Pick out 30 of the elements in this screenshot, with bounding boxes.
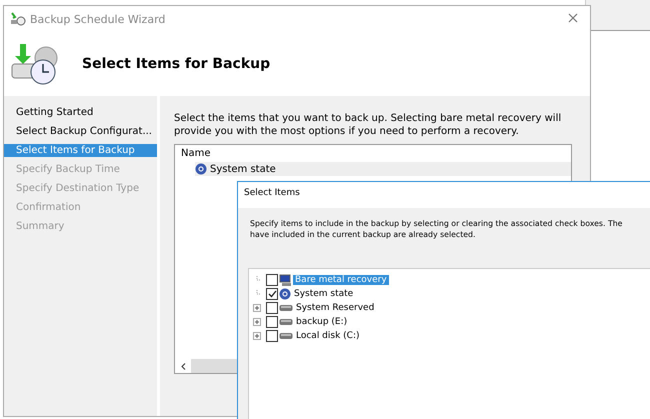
dialog-title: Select Items — [238, 182, 650, 208]
tree-item[interactable]: System Reserved — [294, 303, 376, 313]
tree-item[interactable]: System state — [292, 289, 356, 299]
page-heading: Select Items for Backup — [82, 56, 270, 72]
checkbox[interactable] — [266, 302, 278, 314]
close-icon[interactable] — [568, 13, 578, 23]
window-title: Backup Schedule Wizard — [30, 12, 166, 26]
backup-icon — [10, 12, 26, 26]
instructions-text: Select the items that you want to back up. Selecting bare metal recovery will provide you with the most options if you need to perform a recovery. — [174, 112, 562, 138]
gear-icon — [195, 163, 207, 175]
list-item: System state — [210, 164, 276, 174]
wizard-step[interactable]: Select Backup Configurat... — [4, 125, 157, 138]
drive-icon — [279, 332, 293, 340]
checkbox[interactable] — [266, 274, 278, 286]
drive-icon — [279, 318, 293, 326]
checkbox[interactable] — [266, 316, 278, 328]
tree-item[interactable]: Local disk (C:) — [294, 331, 362, 341]
scroll-left-icon[interactable] — [175, 359, 191, 373]
checkbox[interactable] — [266, 330, 278, 342]
checkbox[interactable] — [266, 288, 278, 300]
expand-icon[interactable] — [253, 304, 261, 312]
computer-icon — [279, 274, 292, 286]
backup-drive-clock-icon — [10, 42, 60, 86]
expand-icon[interactable] — [253, 318, 261, 326]
drive-icon — [279, 304, 293, 312]
wizard-step[interactable]: Getting Started — [4, 106, 157, 119]
column-header[interactable]: Name — [175, 145, 571, 162]
expand-icon[interactable] — [253, 332, 261, 340]
gear-icon — [279, 288, 291, 300]
tree-item[interactable]: backup (E:) — [294, 317, 350, 327]
